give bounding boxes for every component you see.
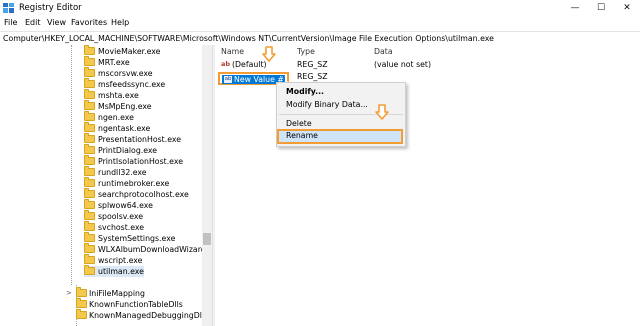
tree-item[interactable]: > IniFileMapping	[66, 287, 202, 299]
value-type: REG_SZ	[297, 60, 328, 69]
tree-item[interactable]: rundll32.exe	[84, 166, 202, 178]
folder-icon	[84, 188, 95, 198]
tree-item[interactable]: ngentask.exe	[84, 122, 202, 134]
tree-item[interactable]: mscorsvw.exe	[84, 67, 202, 79]
menu-item-modify[interactable]: Modify...	[277, 86, 405, 98]
folder-icon	[84, 166, 95, 176]
folder-icon	[76, 309, 87, 319]
menu-file[interactable]: File	[4, 18, 17, 27]
folder-icon	[84, 210, 95, 220]
folder-icon	[84, 122, 95, 132]
tree-item[interactable]: wscript.exe	[84, 254, 202, 266]
folder-icon	[84, 265, 95, 275]
folder-icon	[84, 45, 95, 55]
tree-item[interactable]: runtimebroker.exe	[84, 177, 202, 189]
address-path[interactable]: Computer\HKEY_LOCAL_MACHINE\SOFTWARE\Mic…	[3, 34, 494, 43]
tree-item[interactable]: MovieMaker.exe	[84, 45, 202, 57]
folder-icon	[84, 144, 95, 154]
menu-edit[interactable]: Edit	[25, 18, 41, 27]
chevron-right-icon[interactable]: >	[66, 288, 72, 299]
folder-icon	[84, 221, 95, 231]
folder-icon	[84, 199, 95, 209]
close-button[interactable]: ✕	[614, 0, 640, 16]
down-arrow-icon	[262, 46, 276, 62]
tree-item[interactable]: WLXAlbumDownloadWizard.exe	[84, 243, 212, 255]
folder-icon	[84, 155, 95, 165]
registry-editor-icon	[3, 3, 14, 13]
tree-item[interactable]: ngen.exe	[84, 111, 202, 123]
column-header-type[interactable]: Type	[297, 47, 315, 56]
string-value-icon: ab	[221, 60, 231, 68]
key-tree[interactable]: MovieMaker.exe MRT.exe mscorsvw.exe msfe…	[0, 45, 212, 326]
folder-icon	[76, 298, 87, 308]
folder-icon	[84, 78, 95, 88]
folder-icon	[84, 111, 95, 121]
tree-item[interactable]: mshta.exe	[84, 89, 202, 101]
value-type: REG_SZ	[297, 72, 328, 81]
tree-item[interactable]: svchost.exe	[84, 221, 202, 233]
column-header-data[interactable]: Data	[374, 47, 393, 56]
folder-icon	[84, 254, 95, 264]
menu-help[interactable]: Help	[111, 18, 129, 27]
tree-guide-line	[71, 45, 72, 285]
menu-favorites[interactable]: Favorites	[71, 18, 107, 27]
menu-view[interactable]: View	[47, 18, 66, 27]
tree-item[interactable]: PrintIsolationHost.exe	[84, 155, 202, 167]
tree-item[interactable]: MsMpEng.exe	[84, 100, 202, 112]
tree-item[interactable]: PrintDialog.exe	[84, 144, 202, 156]
menu-bar: File Edit View Favorites Help	[0, 17, 640, 30]
folder-icon	[84, 243, 95, 253]
folder-icon	[84, 232, 95, 242]
address-bar[interactable]: Computer\HKEY_LOCAL_MACHINE\SOFTWARE\Mic…	[0, 31, 640, 46]
tree-item[interactable]: msfeedssync.exe	[84, 78, 202, 90]
folder-icon	[84, 133, 95, 143]
tree-item[interactable]: PresentationHost.exe	[84, 133, 202, 145]
value-data: (value not set)	[374, 60, 432, 69]
folder-icon	[84, 89, 95, 99]
scrollbar-thumb[interactable]	[203, 233, 211, 245]
tree-item-selected[interactable]: utilman.exe	[84, 265, 144, 277]
folder-icon	[84, 67, 95, 77]
column-header-name[interactable]: Name	[221, 47, 244, 56]
folder-icon	[84, 177, 95, 187]
tree-item[interactable]: KnownFunctionTableDlls	[66, 298, 202, 310]
minimize-button[interactable]: —	[562, 0, 588, 16]
maximize-button[interactable]: ☐	[588, 0, 614, 16]
folder-icon	[84, 100, 95, 110]
down-arrow-icon	[375, 104, 389, 120]
title-bar: Registry Editor — ☐ ✕	[0, 0, 640, 16]
window-title: Registry Editor	[19, 3, 82, 13]
tree-item[interactable]: KnownManagedDebuggingDlls	[66, 309, 208, 321]
tree-item[interactable]: splwow64.exe	[84, 199, 202, 211]
tree-item[interactable]: MRT.exe	[84, 56, 202, 68]
tree-scrollbar[interactable]	[202, 45, 212, 326]
rename-callout-box	[277, 129, 403, 144]
folder-icon	[76, 287, 87, 297]
folder-icon	[84, 56, 95, 66]
string-value-icon: ab	[224, 76, 232, 83]
tree-item[interactable]: spoolsv.exe	[84, 210, 202, 222]
tree-item[interactable]: SystemSettings.exe	[84, 232, 202, 244]
tree-item[interactable]: searchprotocolhost.exe	[84, 188, 202, 200]
